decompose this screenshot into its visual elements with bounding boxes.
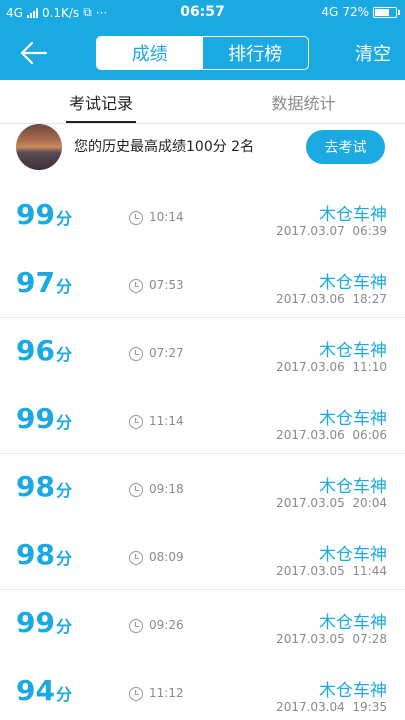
user-name: 木仓车神 (319, 409, 387, 429)
score-unit: 分 (55, 685, 72, 704)
record-row[interactable]: 98分 08:09 木仓车神 2017.03.05 11:44 (0, 522, 405, 590)
score-value: 94分 (16, 676, 72, 710)
battery-icon (373, 6, 400, 18)
score-unit: 分 (55, 277, 72, 296)
score-value: 98分 (16, 540, 72, 574)
segment-scores[interactable]: 成绩 (97, 37, 203, 69)
exam-duration: 09:18 (149, 482, 184, 496)
clock-icon (129, 551, 143, 565)
back-arrow-icon (20, 41, 48, 65)
clock-icon (129, 415, 143, 429)
exam-duration: 10:14 (149, 210, 184, 224)
score-number: 98 (16, 470, 55, 503)
score-unit: 分 (55, 209, 72, 228)
record-row[interactable]: 99分 09:26 木仓车神 2017.03.05 07:28 (0, 590, 405, 658)
score-value: 98分 (16, 472, 72, 506)
exam-duration: 09:26 (149, 618, 184, 632)
best-score-text: 您的历史最高成绩100分 2名 (74, 139, 255, 155)
score-value: 97分 (16, 268, 72, 302)
user-name: 木仓车神 (319, 205, 387, 225)
record-row[interactable]: 98分 09:18 木仓车神 2017.03.05 20:04 (0, 454, 405, 522)
user-name: 木仓车神 (319, 477, 387, 497)
exam-duration: 07:27 (149, 346, 184, 360)
score-value: 99分 (16, 404, 72, 438)
avatar[interactable] (16, 124, 62, 170)
go-exam-button[interactable]: 去考试 (306, 130, 385, 164)
score-unit: 分 (55, 481, 72, 500)
user-name: 木仓车神 (319, 273, 387, 293)
back-button[interactable] (14, 34, 54, 72)
score-value: 99分 (16, 608, 72, 642)
tab-data-stats[interactable]: 数据统计 (202, 80, 405, 124)
score-value: 99分 (16, 200, 72, 234)
network-label-right: 4G (321, 5, 339, 19)
battery-fill (375, 8, 389, 16)
exam-date: 2017.03.05 07:28 (276, 632, 387, 646)
score-unit: 分 (55, 617, 72, 636)
score-number: 94 (16, 674, 55, 707)
exam-date: 2017.03.05 20:04 (276, 496, 387, 510)
clear-button[interactable]: 清空 (355, 40, 391, 66)
segment-control: 成绩 排行榜 (96, 36, 309, 70)
app-bar: 成绩 排行榜 清空 (0, 26, 405, 80)
exam-date: 2017.03.06 06:06 (276, 428, 387, 442)
score-number: 99 (16, 606, 55, 639)
record-row[interactable]: 94分 11:12 木仓车神 2017.03.04 19:35 (0, 658, 405, 720)
exam-date: 2017.03.06 11:10 (276, 360, 387, 374)
score-unit: 分 (55, 413, 72, 432)
clock-icon (129, 619, 143, 633)
user-name: 木仓车神 (319, 681, 387, 701)
record-row[interactable]: 99分 10:14 木仓车神 2017.03.07 06:39 (0, 182, 405, 250)
score-number: 98 (16, 538, 55, 571)
exam-date: 2017.03.06 18:27 (276, 292, 387, 306)
score-number: 96 (16, 334, 55, 367)
exam-date: 2017.03.07 06:39 (276, 224, 387, 238)
score-number: 97 (16, 266, 55, 299)
clock-icon (129, 483, 143, 497)
record-list[interactable]: 99分 10:14 木仓车神 2017.03.07 06:39 97分 07:53 木仓车神… (0, 182, 405, 720)
tab-exam-records[interactable]: 考试记录 (0, 80, 202, 124)
status-bar: 4G 0.1K/s ⧉ ··· 06:57 4G 72% (0, 0, 405, 26)
exam-duration: 08:09 (149, 550, 184, 564)
user-name: 木仓车神 (319, 613, 387, 633)
score-unit: 分 (55, 345, 72, 364)
exam-duration: 11:14 (149, 414, 184, 428)
clock-icon (129, 687, 143, 701)
clock-icon (129, 211, 143, 225)
best-score-row: 您的历史最高成绩100分 2名 去考试 (0, 124, 405, 172)
record-row[interactable]: 99分 11:14 木仓车神 2017.03.06 06:06 (0, 386, 405, 454)
clock-icon (129, 279, 143, 293)
score-value: 96分 (16, 336, 72, 370)
score-unit: 分 (55, 549, 72, 568)
exam-duration: 11:12 (149, 686, 184, 700)
user-name: 木仓车神 (319, 545, 387, 565)
segment-ranking[interactable]: 排行榜 (203, 37, 309, 69)
exam-duration: 07:53 (149, 278, 184, 292)
record-row[interactable]: 97分 07:53 木仓车神 2017.03.06 18:27 (0, 250, 405, 318)
status-right: 4G 72% (321, 5, 400, 19)
score-number: 99 (16, 402, 55, 435)
battery-percent: 72% (342, 5, 369, 19)
user-name: 木仓车神 (319, 341, 387, 361)
clock-icon (129, 347, 143, 361)
tab-bar: 考试记录 数据统计 (0, 80, 405, 124)
tab-indicator (66, 121, 136, 123)
record-row[interactable]: 96分 07:27 木仓车神 2017.03.06 11:10 (0, 318, 405, 386)
exam-date: 2017.03.04 19:35 (276, 700, 387, 714)
score-number: 99 (16, 198, 55, 231)
exam-date: 2017.03.05 11:44 (276, 564, 387, 578)
